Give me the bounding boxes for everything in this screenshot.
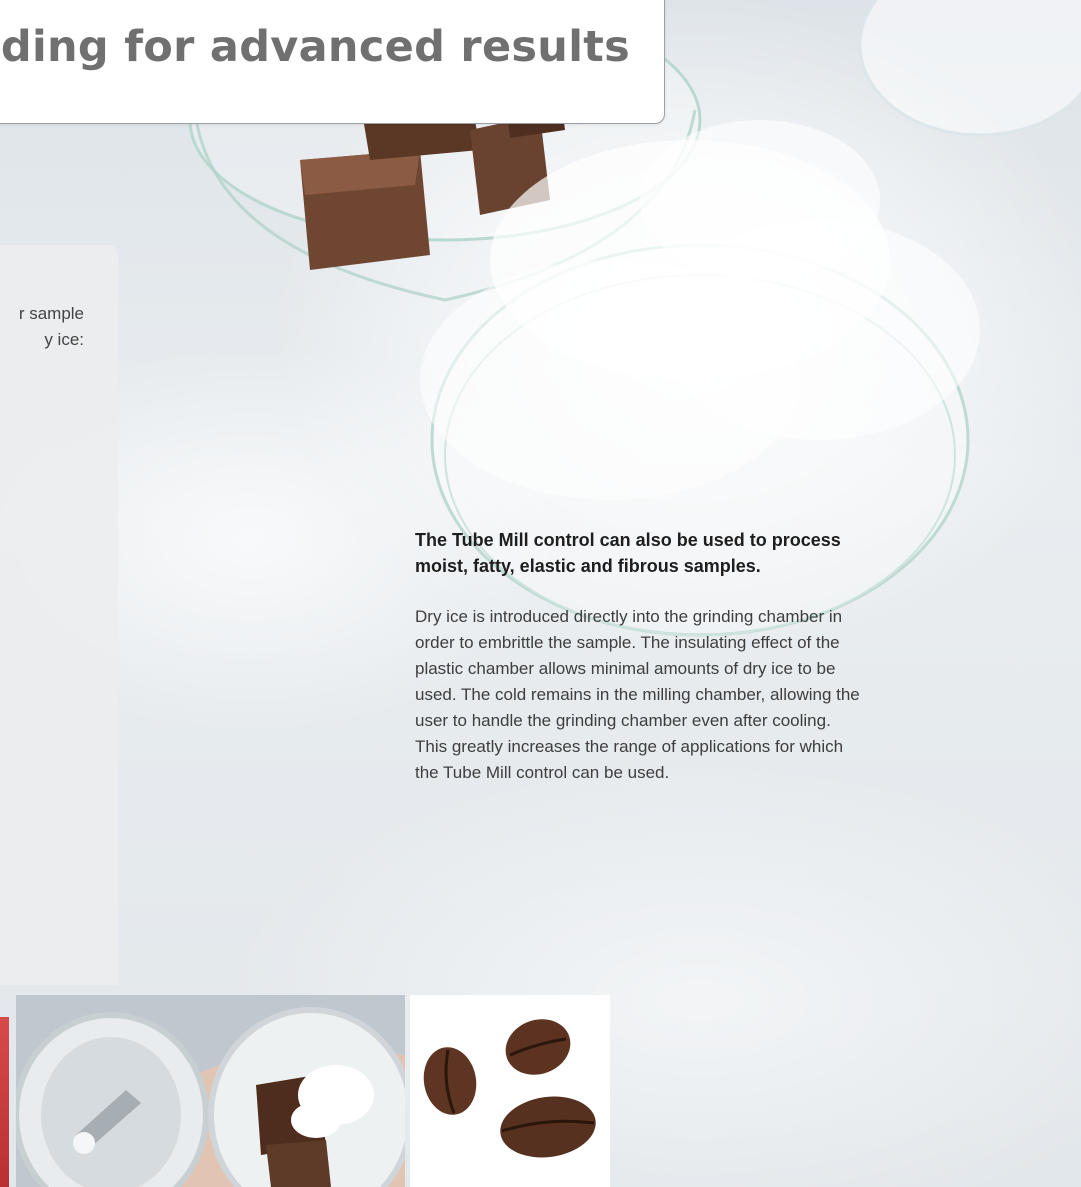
grinding-chamber-photo <box>16 995 405 1187</box>
coffee-bean <box>423 1047 477 1115</box>
paragraph-line: used. The cold remains in the milling ch… <box>415 685 860 704</box>
side-info-panel: r sample y ice: <box>0 245 118 985</box>
section-heading-line: The Tube Mill control can also be used t… <box>415 530 841 550</box>
side-panel-line: r sample <box>18 304 84 323</box>
glass-bowl-right <box>858 0 1081 137</box>
section-heading-line: moist, fatty, elastic and fibrous sample… <box>415 556 761 576</box>
paragraph-line: This greatly increases the range of appl… <box>415 737 844 756</box>
paragraph-line: the Tube Mill control can be used. <box>415 763 670 782</box>
coffee-beans-illustration <box>423 1019 596 1158</box>
coffee-bean <box>505 1019 571 1075</box>
section-heading: The Tube Mill control can also be used t… <box>415 527 1015 579</box>
red-product-edge <box>0 1017 9 1187</box>
paragraph-line: plastic chamber allows minimal amounts o… <box>415 659 836 678</box>
section-paragraph: Dry ice is introduced directly into the … <box>415 604 1015 786</box>
page-headline: nding for advanced results <box>0 22 630 72</box>
side-panel-line: y ice: <box>44 330 84 349</box>
paragraph-line: Dry ice is introduced directly into the … <box>415 607 843 626</box>
coffee-bean <box>500 1096 596 1158</box>
content-block: The Tube Mill control can also be used t… <box>415 527 1015 786</box>
headline-banner: nding for advanced results <box>0 0 665 124</box>
grinding-chamber-illustration <box>16 995 405 1187</box>
side-panel-text: r sample y ice: <box>19 301 84 353</box>
coffee-beans-photo <box>410 995 610 1187</box>
paragraph-line: order to embrittle the sample. The insul… <box>415 633 840 652</box>
paragraph-line: user to handle the grinding chamber even… <box>415 711 831 730</box>
